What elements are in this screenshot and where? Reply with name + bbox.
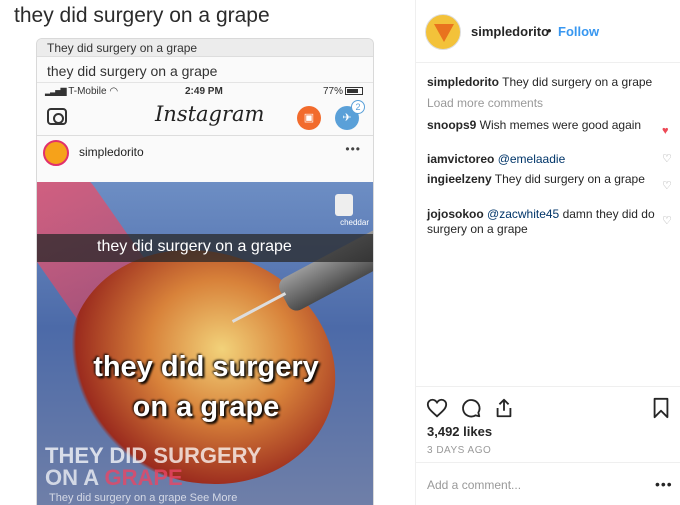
image-bottom-text: They did surgery on a grape See More: [49, 492, 238, 504]
panel-divider: [415, 0, 416, 505]
browser-title: They did surgery on a grape: [37, 39, 373, 57]
comment-mention[interactable]: @emelaadie: [494, 152, 566, 166]
comment-user[interactable]: ingieelzeny: [427, 172, 492, 186]
overlay-line-2b: GRAPE: [104, 465, 183, 490]
comment-text: They did surgery on a grape: [499, 75, 653, 89]
heart-icon[interactable]: ♡: [662, 154, 672, 165]
snap-caption: they did surgery on a grape: [37, 234, 373, 262]
caption-line-2: on a grape: [132, 391, 280, 423]
direct-message-icon[interactable]: ✈ 2: [335, 100, 365, 130]
igtv-icon[interactable]: ▣: [297, 106, 321, 130]
add-comment-input[interactable]: Add a comment...: [427, 478, 521, 492]
battery-status: 77%: [323, 86, 363, 97]
phone-post-username[interactable]: simpledorito: [79, 145, 144, 159]
overlay-line-2: ON A GRAPE: [45, 467, 183, 489]
avatar[interactable]: [425, 14, 461, 50]
comment-item: ingieelzeny They did surgery on a grape: [427, 172, 657, 187]
post-image: cheddar they did surgery on a grape they…: [37, 182, 373, 505]
page-url-title: they did surgery on a grape: [37, 57, 373, 83]
likes-count[interactable]: 3,492 likes: [427, 424, 492, 439]
comment-text: Wish memes were good again: [476, 118, 642, 132]
more-options-icon[interactable]: •••: [655, 476, 673, 492]
comment-text: They did surgery on a grape: [491, 172, 645, 186]
post-time: 3 DAYS AGO: [427, 445, 492, 456]
caption-line-1: they did surgery: [93, 351, 319, 383]
divider: [416, 386, 680, 387]
battery-percent: 77%: [322, 86, 343, 97]
comment-user[interactable]: simpledorito: [427, 75, 499, 89]
meme-title: they did surgery on a grape: [14, 4, 270, 27]
heart-icon[interactable]: ♥: [662, 126, 672, 137]
comment-user[interactable]: iamvictoreo: [427, 152, 494, 166]
comment-user[interactable]: snoops9: [427, 118, 476, 132]
overlay-line-2a: ON A: [45, 465, 105, 490]
dorito-icon: [434, 24, 454, 42]
follow-button[interactable]: Follow: [558, 24, 599, 39]
phone-screenshot: They did surgery on a grape they did sur…: [36, 38, 374, 505]
more-options-icon[interactable]: •••: [345, 142, 361, 156]
post-caption: simpledorito They did surgery on a grape: [427, 75, 657, 90]
watermark-logo: [335, 194, 353, 216]
notification-badge: 2: [351, 100, 365, 114]
separator-dot: •: [547, 23, 552, 38]
camera-icon[interactable]: [47, 108, 67, 125]
overlay-line-1: THEY DID SURGERY: [45, 443, 262, 468]
avatar[interactable]: [43, 140, 69, 166]
share-icon[interactable]: [493, 397, 515, 419]
divider: [416, 462, 680, 463]
instagram-logo: Instagram: [155, 102, 265, 126]
bookmark-icon[interactable]: [650, 397, 672, 419]
heart-icon[interactable]: ♡: [662, 216, 672, 227]
phone-post-header: simpledorito •••: [37, 136, 373, 168]
comment-item: iamvictoreo @emelaadie: [427, 152, 657, 167]
comment-item: jojosokoo @zacwhite45 damn they did do s…: [427, 207, 657, 237]
post-username[interactable]: simpledorito: [471, 24, 549, 39]
signal-icon: ▂▃▅▇: [45, 87, 67, 96]
heart-icon[interactable]: [426, 397, 448, 419]
comment-mention[interactable]: @zacwhite45: [484, 207, 559, 221]
carrier-label: T-Mobile: [68, 86, 107, 97]
watermark-text: cheddar: [340, 218, 369, 227]
load-more-comments-button[interactable]: Load more comments: [427, 96, 543, 110]
instagram-app-bar: Instagram ▣ ✈ 2: [37, 100, 373, 136]
carrier-signal: ▂▃▅▇ T-Mobile ◠: [45, 86, 118, 97]
comment-item: snoops9 Wish memes were good again: [427, 118, 657, 133]
status-time: 2:49 PM: [185, 86, 223, 97]
comment-icon[interactable]: [460, 397, 482, 419]
wifi-icon: ◠: [109, 86, 119, 97]
heart-icon[interactable]: ♡: [662, 181, 672, 192]
comment-user[interactable]: jojosokoo: [427, 207, 484, 221]
status-bar: ▂▃▅▇ T-Mobile ◠ 2:49 PM 77%: [37, 83, 373, 100]
divider: [416, 62, 680, 63]
battery-icon: [345, 87, 363, 96]
